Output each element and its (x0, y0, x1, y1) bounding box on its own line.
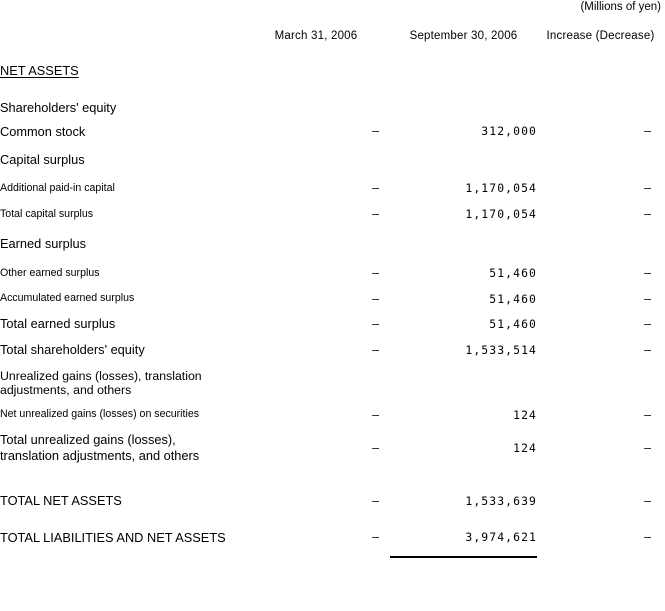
row-label: Accumulated earned surplus (0, 292, 135, 304)
table-header-row: March 31, 2006 September 30, 2006 Increa… (0, 15, 664, 57)
spacer-label (0, 466, 242, 484)
spacer-increase (537, 466, 664, 484)
row-value-september (390, 143, 537, 175)
financial-statement-page: (Millions of yen) March 31, 2006 Septemb… (0, 0, 665, 611)
units-note: (Millions of yen) (580, 1, 661, 13)
row-value-increase: – (644, 407, 651, 422)
table-row: Capital surplus (0, 143, 664, 175)
row-label: Additional paid-in capital (0, 181, 115, 194)
spacer-row-before-totals (0, 466, 664, 484)
row-value-increase: – (644, 291, 651, 306)
row-label: Other earned surplus (0, 266, 100, 279)
row-value-increase: – (644, 266, 651, 280)
table-row: Other earned surplus – 51,460 – (0, 260, 664, 286)
row-label: Unrealized gains (losses), translation a… (0, 369, 202, 397)
row-value-increase (537, 143, 664, 175)
row-value-september: 51,460 (489, 291, 537, 306)
spacer-september (390, 83, 537, 95)
section-title-increase (537, 57, 664, 83)
table-row: Total unrealized gains (losses), transla… (0, 430, 664, 466)
row-value-increase: – (644, 342, 651, 357)
header-col-september: September 30, 2006 (409, 30, 518, 42)
row-value-september: 1,170,054 (465, 181, 537, 195)
table-row: Additional paid-in capital – 1,170,054 – (0, 175, 664, 201)
row-value-increase: – (644, 207, 651, 221)
row-label: Total capital surplus (0, 207, 94, 220)
row-value-increase: – (644, 124, 651, 138)
row-value-september: 1,170,054 (465, 207, 537, 221)
row-label: Net unrealized gains (losses) on securit… (0, 408, 200, 420)
header-col-increase: Increase (Decrease) (546, 30, 655, 42)
spacer-march (242, 466, 390, 484)
row-value-march: – (372, 207, 379, 221)
spacer-march (242, 83, 390, 95)
row-value-march: – (372, 291, 379, 306)
spacer-row (0, 83, 664, 95)
table-row: Common stock – 312,000 – (0, 119, 664, 143)
total-label: TOTAL NET ASSETS (0, 493, 122, 508)
row-value-september: 124 (513, 407, 537, 422)
row-value-september (390, 363, 537, 399)
table-row: Total capital surplus – 1,170,054 – (0, 201, 664, 227)
net-assets-table: March 31, 2006 September 30, 2006 Increa… (0, 15, 664, 558)
header-col-march: March 31, 2006 (274, 30, 358, 42)
table-row: Shareholders' equity (0, 95, 664, 119)
table-row: Total shareholders' equity – 1,533,514 – (0, 336, 664, 363)
row-value-increase: – (644, 316, 651, 331)
row-value-march (242, 363, 390, 399)
row-value-september: 312,000 (481, 124, 537, 138)
row-value-increase (537, 227, 664, 260)
table-row: Total earned surplus – 51,460 – (0, 311, 664, 336)
row-label: Total unrealized gains (losses), transla… (0, 432, 200, 463)
row-value-increase (537, 363, 664, 399)
section-title-cell: NET ASSETS (0, 57, 242, 83)
header-label-cell (0, 15, 242, 57)
row-value-increase: – (644, 181, 651, 195)
section-title-september (390, 57, 537, 83)
row-value-march: – (372, 407, 379, 422)
row-value-september: 1,533,514 (465, 342, 537, 357)
row-label: Earned surplus (0, 236, 87, 251)
row-value-march: – (372, 342, 379, 357)
total-row: TOTAL LIABILITIES AND NET ASSETS – 3,974… (0, 517, 664, 558)
row-value-march: – (372, 181, 379, 195)
section-title-march (242, 57, 390, 83)
total-label: TOTAL LIABILITIES AND NET ASSETS (0, 529, 226, 545)
spacer-september (390, 466, 537, 484)
total-value-september: 3,974,621 (390, 517, 537, 558)
row-value-march (242, 143, 390, 175)
total-row: TOTAL NET ASSETS – 1,533,639 – (0, 484, 664, 517)
table-row: Unrealized gains (losses), translation a… (0, 363, 664, 399)
row-label: Capital surplus (0, 151, 85, 167)
row-value-september: 51,460 (489, 266, 537, 280)
row-value-increase (537, 95, 664, 119)
total-value-march: – (372, 530, 379, 544)
table-row: Accumulated earned surplus – 51,460 – (0, 286, 664, 311)
row-value-increase: – (644, 441, 651, 455)
total-value-increase: – (644, 493, 651, 508)
section-title-row: NET ASSETS (0, 57, 664, 83)
row-value-march: – (372, 124, 379, 138)
section-title-text: NET ASSETS (0, 62, 79, 78)
row-label: Total shareholders' equity (0, 342, 145, 357)
row-value-september: 124 (513, 441, 537, 455)
row-label: Common stock (0, 123, 86, 139)
row-value-march: – (372, 266, 379, 280)
spacer-label (0, 83, 242, 95)
row-value-march: – (372, 441, 379, 455)
row-value-march (242, 95, 390, 119)
row-label: Total earned surplus (0, 316, 116, 331)
row-value-september (390, 227, 537, 260)
row-label: Shareholders' equity (0, 99, 117, 115)
table-row: Net unrealized gains (losses) on securit… (0, 399, 664, 430)
spacer-increase (537, 83, 664, 95)
row-value-september (390, 95, 537, 119)
row-value-march (242, 227, 390, 260)
total-value-increase: – (644, 530, 651, 544)
total-value-march: – (372, 493, 379, 508)
row-value-march: – (372, 316, 379, 331)
row-value-september: 51,460 (489, 316, 537, 331)
table-row: Earned surplus (0, 227, 664, 260)
total-value-september: 1,533,639 (465, 493, 537, 508)
